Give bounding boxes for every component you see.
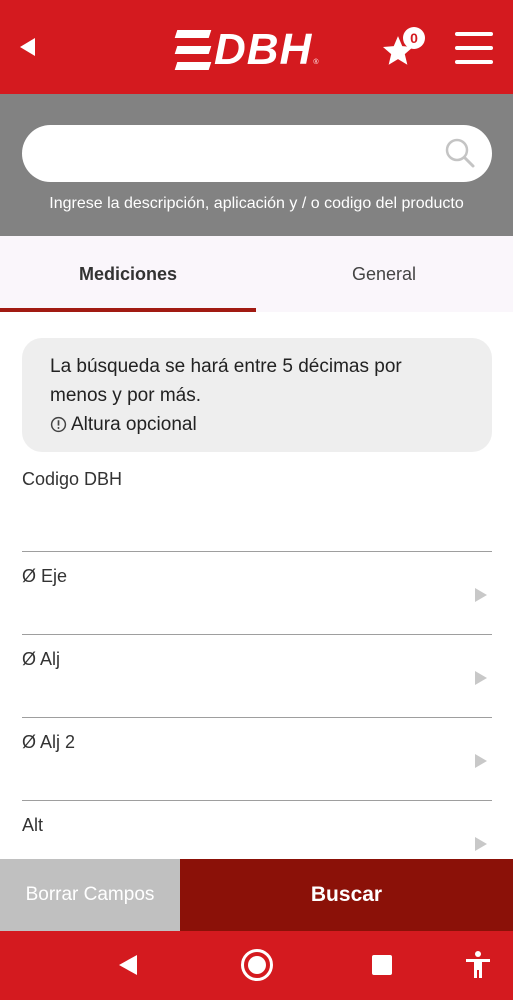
field-label: Ø Alj 2: [22, 732, 76, 752]
field-label: Codigo DBH: [22, 469, 123, 489]
favorites-count-badge: 0: [403, 27, 425, 49]
search-box: [22, 125, 492, 182]
registered-mark: ®: [313, 59, 319, 66]
info-box: La búsqueda se hará entre 5 décimas por …: [22, 338, 492, 452]
nav-recents-icon: [372, 955, 392, 975]
search-hint: Ingrese la descripción, aplicación y / o…: [49, 195, 464, 212]
system-navigation-bar: [0, 931, 513, 1000]
clear-fields-button[interactable]: Borrar Campos: [0, 859, 180, 931]
nav-back-button[interactable]: [111, 948, 145, 982]
nav-back-icon: [119, 955, 137, 975]
back-arrow-icon: [20, 38, 35, 56]
field-label: Alt: [22, 815, 44, 835]
logo-text: DBH: [214, 25, 313, 74]
info-circle-icon: [50, 416, 67, 433]
dropdown-arrow-icon[interactable]: [474, 753, 488, 769]
nav-home-icon: [241, 949, 273, 981]
search-icon[interactable]: [444, 137, 476, 169]
field-eje[interactable]: Ø Eje: [22, 552, 492, 635]
tab-general[interactable]: General: [256, 236, 512, 312]
info-optional-height: Altura opcional: [50, 410, 464, 439]
active-tab-indicator: [0, 308, 256, 312]
dropdown-arrow-icon[interactable]: [474, 836, 488, 852]
field-label: Ø Alj: [22, 649, 61, 669]
info-text: La búsqueda se hará entre 5 décimas por …: [50, 356, 402, 406]
menu-button[interactable]: [455, 32, 493, 64]
back-button[interactable]: [14, 34, 40, 60]
dbh-logo: DBH ®: [174, 25, 319, 74]
accessibility-button[interactable]: [461, 948, 495, 982]
field-alj[interactable]: Ø Alj: [22, 635, 492, 718]
accessibility-icon: [466, 951, 490, 978]
field-alj-2[interactable]: Ø Alj 2: [22, 718, 492, 801]
nav-recents-button[interactable]: [365, 948, 399, 982]
dropdown-arrow-icon[interactable]: [474, 670, 488, 686]
bottom-actions: Borrar Campos Buscar: [0, 859, 513, 931]
logo-bars: [174, 30, 212, 70]
tab-bar: Mediciones General: [0, 236, 513, 312]
tab-mediciones[interactable]: Mediciones: [0, 236, 256, 312]
dropdown-arrow-icon[interactable]: [474, 587, 488, 603]
favorites-button[interactable]: 0: [381, 27, 425, 70]
nav-home-button[interactable]: [240, 948, 274, 982]
field-codigo-dbh[interactable]: Codigo DBH: [22, 469, 492, 552]
search-area: Ingrese la descripción, aplicación y / o…: [0, 94, 513, 236]
field-label: Ø Eje: [22, 566, 68, 586]
search-button[interactable]: Buscar: [180, 859, 513, 931]
search-input[interactable]: [44, 125, 444, 182]
info-optional-label: Altura opcional: [71, 414, 197, 435]
top-app-bar: DBH ® 0: [0, 0, 513, 94]
hamburger-menu-icon: [455, 32, 493, 36]
